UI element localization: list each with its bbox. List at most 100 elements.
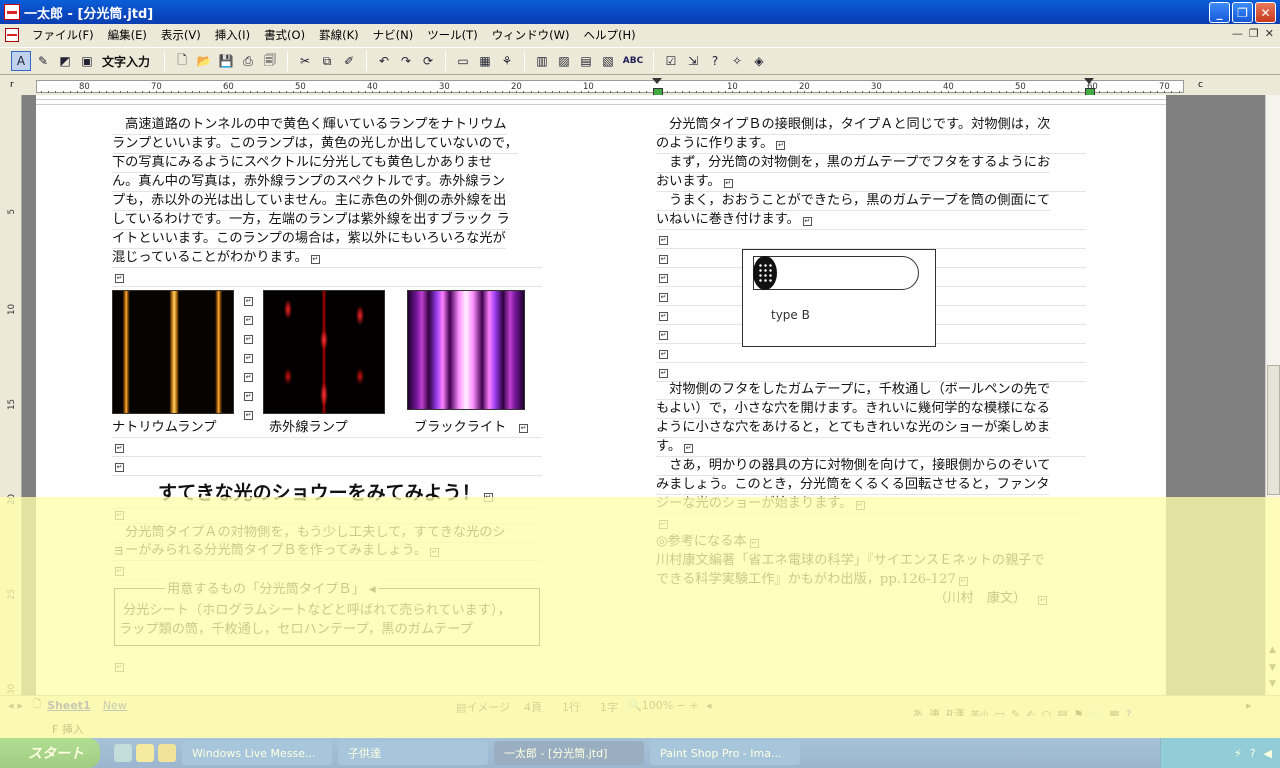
menu-window[interactable]: ウィンドウ(W) xyxy=(485,27,577,43)
text-line[interactable]: みましょう。このとき，分光筒をくるくる回転させると，ファンタ xyxy=(656,476,1050,495)
right-column[interactable]: 分光筒タイプＢの接眼側は，タイプＡと同じです。対物側は，次 のように作ります。 ↵… xyxy=(656,95,1088,695)
media-icon[interactable] xyxy=(158,744,176,762)
save-icon[interactable]: 💾 xyxy=(216,51,236,71)
menu-file[interactable]: ファイル(F) xyxy=(25,27,101,43)
maximize-button[interactable]: ❐ xyxy=(1232,2,1253,23)
author-line[interactable]: （川村 康文） ↵ xyxy=(656,590,1086,609)
sheet-scroll-right-icon[interactable]: ▸ xyxy=(18,699,24,712)
task-ichitaro[interactable]: 一太郎 - [分光筒.jtd] xyxy=(494,741,644,765)
spellcheck-icon[interactable]: ABC xyxy=(620,51,646,71)
style-icon[interactable]: ⚘ xyxy=(497,51,517,71)
repeat-icon[interactable]: ⟳ xyxy=(418,51,438,71)
text-line[interactable]: す。 ↵ xyxy=(656,438,1086,457)
object-icon[interactable]: ◩ xyxy=(55,51,75,71)
layout-icon[interactable]: ▤ xyxy=(576,51,596,71)
print-preview-icon[interactable]: 🗐 xyxy=(260,51,280,71)
text-line[interactable]: 対物側のフタをしたガムテープに，千枚通し（ボールペンの先で xyxy=(656,381,1051,400)
left-column[interactable]: 高速道路のトンネルの中で黄色く輝いているランプをナトリウム ランプといいます。こ… xyxy=(112,95,544,695)
text-line[interactable]: いねいに巻き付けます。 ↵ xyxy=(656,211,1086,230)
marker-icon[interactable]: ▭ xyxy=(453,51,473,71)
empty-line[interactable]: ↵ xyxy=(112,457,542,476)
text-line[interactable]: もよい）で，小さな穴を開けます。きれいに幾何学的な模様になる xyxy=(656,400,1050,419)
document-page[interactable]: 高速道路のトンネルの中で黄色く輝いているランプをナトリウム ランプといいます。こ… xyxy=(36,95,1166,695)
folder-icon[interactable] xyxy=(136,744,154,762)
scroll-up-arrow-icon[interactable]: ▲ xyxy=(1269,645,1276,655)
menu-tools[interactable]: ツール(T) xyxy=(420,27,485,43)
sheet-scroll-left-icon[interactable]: ◂ xyxy=(8,699,14,712)
image-icon[interactable]: ▨ xyxy=(554,51,574,71)
vertical-ruler[interactable]: 5 10 15 20 25 30 xyxy=(0,95,22,695)
text-line[interactable]: うまく，おおうことができたら，黒のガムテープを筒の側面にて xyxy=(656,192,1051,211)
text-line[interactable]: 下の写真にみるようにスペクトルに分光しても黄色しかありませ xyxy=(112,154,493,173)
scroll-page-down-icon[interactable]: ▼ xyxy=(1269,679,1276,689)
check-icon[interactable]: ☑ xyxy=(661,51,681,71)
undo-icon[interactable]: ↶ xyxy=(374,51,394,71)
ruler-scale[interactable]: 80 70 60 50 40 30 20 10 10 20 30 40 50 60 70 xyxy=(36,80,1184,93)
close-button[interactable]: ✕ xyxy=(1255,2,1276,23)
doc-close-icon[interactable]: ✕ xyxy=(1265,27,1274,40)
menu-format[interactable]: 書式(O) xyxy=(257,27,312,43)
table-icon[interactable]: ▦ xyxy=(475,51,495,71)
new-document-icon[interactable]: 🗋 xyxy=(172,51,192,71)
tray-back-icon[interactable]: ◀ xyxy=(1264,747,1272,760)
text-line[interactable]: イトといいます。このランプの場合は，紫以外にもいろいろな光が xyxy=(112,230,506,249)
empty-line[interactable]: ↵ xyxy=(112,657,542,676)
frame-icon[interactable]: ▣ xyxy=(77,51,97,71)
minimize-button[interactable]: _ xyxy=(1209,2,1230,23)
text-line[interactable]: しているわけです。一方，左端のランプは紫外線を出すブラック ラ xyxy=(112,211,510,230)
text-line[interactable]: おいます。 ↵ xyxy=(656,173,1086,192)
scroll-down-arrow-icon[interactable]: ▼ xyxy=(1269,663,1276,673)
text-line[interactable]: 分光筒タイプＡの対物側を，もう少し工夫して，すてきな光のシ xyxy=(112,524,542,543)
ichitaro-app-icon[interactable] xyxy=(4,4,20,20)
text-line[interactable]: ように小さな穴をあけると，とてもきれいな光のショーが楽しめま xyxy=(656,419,1051,438)
sheet-icon[interactable]: ▧ xyxy=(598,51,618,71)
menu-navi[interactable]: ナビ(N) xyxy=(366,27,421,43)
empty-line[interactable]: ↵ xyxy=(112,268,542,287)
menu-view[interactable]: 表示(V) xyxy=(154,27,208,43)
text-line[interactable]: ョーがみられる分光筒タイプＢを作ってみましょう。 ↵ xyxy=(112,542,542,561)
scroll-thumb[interactable] xyxy=(1267,365,1280,495)
text-line[interactable]: まず，分光筒の対物側を，黒のガムテープでフタをするようにお xyxy=(656,154,1051,173)
menu-insert[interactable]: 挿入(I) xyxy=(208,27,257,43)
pen-icon[interactable]: ✎ xyxy=(33,51,53,71)
print-icon[interactable]: ⎙ xyxy=(238,51,258,71)
open-folder-icon[interactable]: 📂 xyxy=(194,51,214,71)
menu-edit[interactable]: 編集(E) xyxy=(101,27,154,43)
vertical-scrollbar[interactable]: ▲ ▼ ▼ xyxy=(1265,95,1280,695)
menu-help[interactable]: ヘルプ(H) xyxy=(577,27,643,43)
hscroll-right-icon[interactable]: ▸ xyxy=(1246,699,1252,712)
reference-title[interactable]: ◎参考になる本 ↵ xyxy=(656,533,1086,552)
paste-icon[interactable]: ✐ xyxy=(339,51,359,71)
text-line[interactable]: プも，赤以外の光は出していません。主に赤色の外側の赤外線を出 xyxy=(112,192,507,211)
right-margin-marker[interactable] xyxy=(1084,78,1095,96)
task-paintshop[interactable]: Paint Shop Pro - Ima... xyxy=(650,741,800,765)
reference-line[interactable]: できる科学実験工作』かもがわ出版，pp.126-127 ↵ xyxy=(656,571,1086,590)
text-mode-icon[interactable]: A xyxy=(11,51,31,71)
empty-line[interactable]: ↵ xyxy=(112,438,542,457)
doc-restore-icon[interactable]: ❐ xyxy=(1249,27,1259,40)
doc-minimize-icon[interactable]: — xyxy=(1232,27,1243,40)
text-line[interactable]: のように作ります。 ↵ xyxy=(656,135,1086,154)
tray-help-icon[interactable]: ? xyxy=(1250,747,1256,760)
text-line[interactable]: ジーな光のショーが始まります。 ↵ xyxy=(656,495,1086,514)
empty-line[interactable]: ↵ xyxy=(656,230,1086,249)
sheet-tab-new[interactable]: New xyxy=(97,699,133,712)
task-messenger[interactable]: Windows Live Messe... xyxy=(182,741,332,765)
view-mode[interactable]: ▤イメージ xyxy=(456,699,510,715)
materials-box[interactable]: 用意するもの「分光筒タイプＢ」 ◂ 分光シート（ホログラムシートなどと呼ばれて売… xyxy=(114,578,540,646)
left-margin-marker[interactable] xyxy=(652,78,663,96)
text-line[interactable]: 分光筒タイプＢの接眼側は，タイプＡと同じです。対物側は，次 xyxy=(656,116,1051,135)
sheet-tab-sheet1[interactable]: Sheet1 xyxy=(41,699,97,712)
input-mode-label[interactable]: 文字入力 xyxy=(102,53,150,70)
task-folder[interactable]: 子供達 xyxy=(338,741,488,765)
ie-icon[interactable] xyxy=(114,744,132,762)
text-line[interactable]: さあ，明かりの器具の方に対物側を向けて，接眼側からのぞいて xyxy=(656,457,1051,476)
horizontal-ruler[interactable]: r 80 70 60 50 40 30 20 10 10 20 30 40 50 60 70 c xyxy=(0,78,1280,96)
jump-icon[interactable]: ⇲ xyxy=(683,51,703,71)
tray-network-icon[interactable]: ⚡ xyxy=(1234,747,1242,760)
text-line[interactable]: ん。真ん中の写真は，赤外線ランプのスペクトルです。赤外線ラン xyxy=(112,173,505,192)
start-button[interactable]: スタート xyxy=(0,738,100,768)
cut-icon[interactable]: ✂ xyxy=(295,51,315,71)
zoom-indicator[interactable]: 🔍100% − + xyxy=(628,699,699,712)
column-icon[interactable]: ▥ xyxy=(532,51,552,71)
